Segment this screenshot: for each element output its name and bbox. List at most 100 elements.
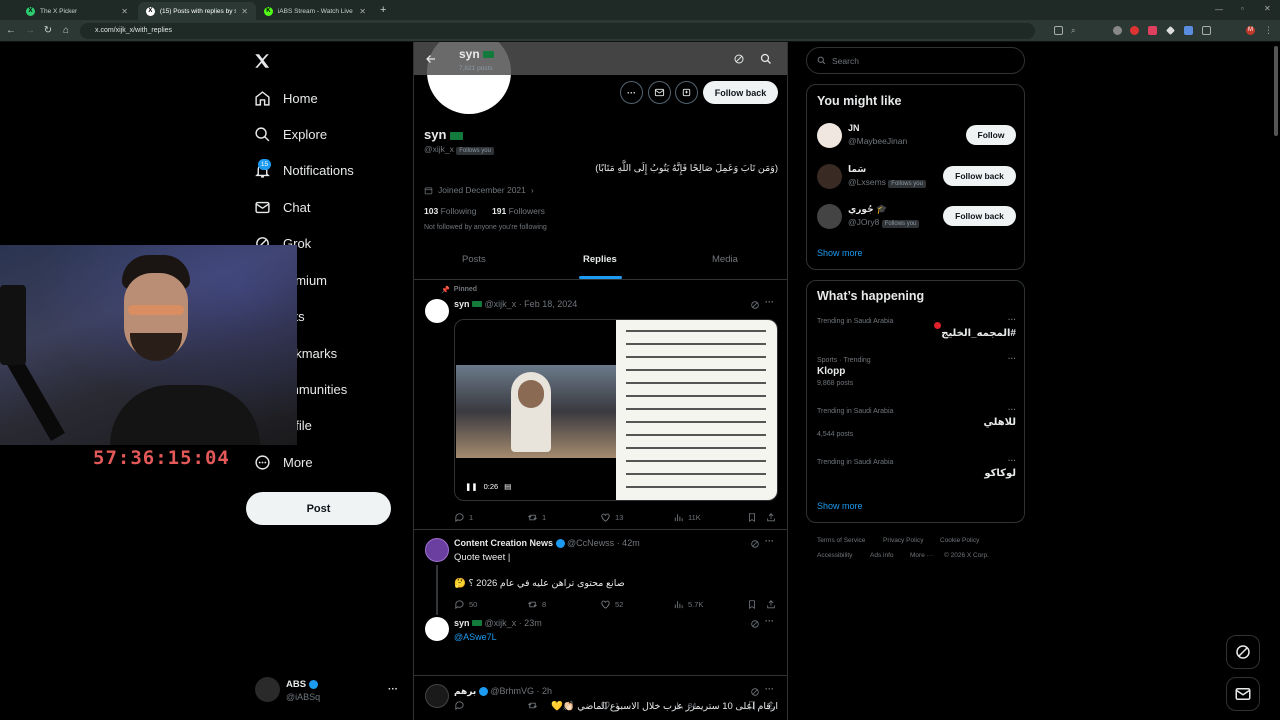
show-more-link[interactable]: Show more xyxy=(817,248,863,258)
avatar[interactable] xyxy=(817,204,842,229)
extension-icon[interactable] xyxy=(1130,26,1139,35)
back-arrow-icon[interactable] xyxy=(425,53,437,65)
subscribe-button[interactable] xyxy=(675,81,698,104)
extension-icon[interactable] xyxy=(1166,26,1175,35)
profile-avatar-icon[interactable]: M xyxy=(1246,26,1255,35)
grok-icon[interactable] xyxy=(750,539,760,549)
share-icon[interactable] xyxy=(766,599,776,610)
close-tab-icon[interactable]: ✕ xyxy=(241,7,248,16)
footer-accessibility[interactable]: Accessibility xyxy=(817,552,852,559)
browser-menu-icon[interactable]: ⋮ xyxy=(1264,26,1273,35)
footer-cookies[interactable]: Cookie Policy xyxy=(940,537,979,544)
trend-more-icon[interactable]: ··· xyxy=(1008,456,1016,465)
message-button[interactable] xyxy=(648,81,671,104)
trend-more-icon[interactable]: ··· xyxy=(1008,405,1016,414)
new-tab-button[interactable]: + xyxy=(380,4,386,16)
reply-action[interactable]: 1 xyxy=(454,512,473,523)
author-name[interactable]: Content Creation News xyxy=(454,538,553,548)
footer-privacy[interactable]: Privacy Policy xyxy=(883,537,923,544)
install-icon[interactable] xyxy=(1054,26,1063,35)
grok-floating-button[interactable] xyxy=(1226,635,1260,669)
tweet-more-icon[interactable]: ··· xyxy=(765,616,774,626)
follow-button[interactable]: Follow xyxy=(966,125,1016,145)
search-icon[interactable] xyxy=(760,53,772,65)
reply-action[interactable]: 50 xyxy=(454,599,477,610)
tab-media[interactable]: Media xyxy=(712,254,738,265)
post-button[interactable]: Post xyxy=(246,492,391,525)
back-arrow-icon[interactable]: ← xyxy=(5,25,17,37)
grok-icon[interactable] xyxy=(750,687,760,697)
messages-floating-button[interactable] xyxy=(1226,677,1260,711)
extension-icon[interactable] xyxy=(1184,26,1193,35)
scrollbar-thumb[interactable] xyxy=(1274,46,1278,136)
close-tab-icon[interactable]: ✕ xyxy=(121,7,128,16)
address-bar[interactable]: x.com/xijk_x/with_replies xyxy=(80,23,1035,39)
tweet-content-creation-news[interactable]: Content Creation News @CcNewss · 42m ···… xyxy=(414,531,787,615)
forward-arrow-icon[interactable]: → xyxy=(24,25,36,37)
search-input[interactable]: Search xyxy=(806,47,1025,74)
tweet-reply[interactable]: syn @xijk_x · 23m ··· @ASwe7L xyxy=(414,613,787,676)
tweet-more-icon[interactable]: ··· xyxy=(765,297,774,307)
trend-more-icon[interactable]: ··· xyxy=(1008,315,1016,324)
nav-explore[interactable]: Explore xyxy=(254,122,327,146)
maximize-icon[interactable]: ▫ xyxy=(1241,4,1244,13)
grok-icon[interactable] xyxy=(750,300,760,310)
suggestion-item[interactable]: جُوري 🎓 @JOry8 Follows you Follow back xyxy=(817,203,1016,235)
trend-item[interactable]: Trending in Saudi Arabia للاهلي 4,544 po… xyxy=(817,405,1016,448)
follow-back-button[interactable]: Follow back xyxy=(943,166,1016,186)
browser-tab[interactable]: K iABS Stream - Watch Live on Ki ✕ xyxy=(256,2,374,20)
footer-ads-info[interactable]: Ads info xyxy=(870,552,894,559)
tab-posts[interactable]: Posts xyxy=(462,254,486,265)
avatar[interactable] xyxy=(425,299,449,323)
trend-item[interactable]: Trending in Saudi Arabia #المجمه_الخليج … xyxy=(817,315,1016,348)
account-more-button[interactable]: ··· xyxy=(388,684,398,695)
nav-home[interactable]: Home xyxy=(254,86,318,110)
nav-more[interactable]: More xyxy=(254,450,313,474)
footer-more[interactable]: More ··· xyxy=(910,552,933,559)
extension-icon[interactable] xyxy=(1148,26,1157,35)
tweet-pinned[interactable]: 📌 Pinned syn @xijk_x · Feb 18, 2024 ··· ❚… xyxy=(414,280,787,530)
avatar[interactable] xyxy=(425,617,449,641)
window-close-icon[interactable]: ✕ xyxy=(1264,4,1271,13)
close-tab-icon[interactable]: ✕ xyxy=(359,7,366,16)
reload-icon[interactable]: ↻ xyxy=(42,25,54,37)
tab-replies[interactable]: Replies xyxy=(583,254,617,265)
grok-icon[interactable] xyxy=(750,619,760,629)
grok-icon[interactable] xyxy=(733,53,745,65)
trend-item[interactable]: Trending in Saudi Arabia لوكاكو ··· xyxy=(817,456,1016,489)
follow-back-button[interactable]: Follow back xyxy=(943,206,1016,226)
follow-back-button[interactable]: Follow back xyxy=(703,81,778,104)
views-action[interactable]: 5.7K xyxy=(673,599,703,610)
extensions-puzzle-icon[interactable] xyxy=(1202,26,1211,35)
suggestion-item[interactable]: سَما @Lxsems Follows you Follow back xyxy=(817,163,1016,195)
avatar[interactable] xyxy=(255,677,280,702)
minimize-icon[interactable]: — xyxy=(1215,5,1223,14)
zoom-icon[interactable]: ⌕ xyxy=(1071,26,1080,35)
show-more-link[interactable]: Show more xyxy=(817,501,863,511)
followers-link[interactable]: 191 Followers xyxy=(492,206,545,216)
repost-action[interactable]: 8 xyxy=(527,599,546,610)
following-link[interactable]: 103 Following xyxy=(424,206,476,216)
pause-icon[interactable]: ❚❚ xyxy=(465,482,478,491)
account-switcher[interactable]: ABS xyxy=(286,679,318,690)
views-action[interactable]: 11K xyxy=(673,512,701,523)
author-name[interactable]: syn xyxy=(454,299,470,309)
like-action[interactable]: 52 xyxy=(600,599,623,610)
avatar[interactable] xyxy=(425,538,449,562)
suggestion-item[interactable]: JN @MaybeeJinan Follow xyxy=(817,122,1016,154)
trend-more-icon[interactable]: ··· xyxy=(1008,354,1016,363)
tweet-brhm[interactable]: برهم @BrhmVG · 2h ··· ارقام اعلى 10 ستري… xyxy=(414,676,787,720)
repost-action[interactable]: 1 xyxy=(527,512,546,523)
browser-tab-active[interactable]: X (15) Posts with replies by syn ✕ xyxy=(138,2,256,20)
browser-tab[interactable]: X The X Picker ✕ xyxy=(18,2,136,20)
bookmark-icon[interactable] xyxy=(747,599,757,610)
extension-icon[interactable] xyxy=(1113,26,1122,35)
x-logo-icon[interactable] xyxy=(253,52,271,70)
author-name[interactable]: syn xyxy=(454,618,470,628)
captions-icon[interactable]: ▤ xyxy=(504,482,511,491)
home-icon[interactable]: ⌂ xyxy=(60,25,72,37)
trend-item[interactable]: Sports · Trending Klopp 9,868 posts ··· xyxy=(817,354,1016,397)
footer-terms[interactable]: Terms of Service xyxy=(817,537,865,544)
bookmark-icon[interactable] xyxy=(747,512,757,523)
tweet-more-icon[interactable]: ··· xyxy=(765,536,774,546)
